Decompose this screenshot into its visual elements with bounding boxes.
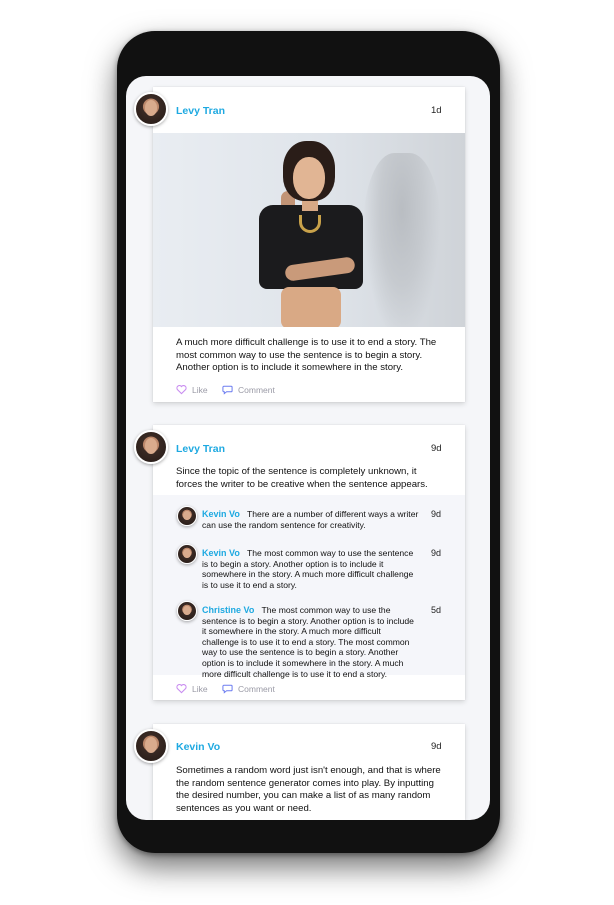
speech-bubble-icon [222,385,233,395]
heart-icon [176,385,187,395]
author-name[interactable]: Levy Tran [176,443,225,455]
author-avatar[interactable] [134,430,168,464]
like-label: Like [192,384,208,395]
post-time: 9d [431,741,442,752]
screen-bottom-bezel [126,820,490,840]
author-avatar[interactable] [134,92,168,126]
post-text: Since the topic of the sentence is compl… [176,466,428,490]
reply-time: 9d [431,509,442,519]
reply-avatar[interactable] [177,506,197,526]
like-label: Like [192,683,208,694]
comment-label: Comment [238,683,275,694]
speech-bubble-icon [222,684,233,694]
author-avatar[interactable] [134,729,168,763]
reply-avatar[interactable] [177,544,197,564]
post-time: 9d [431,443,442,454]
reply-author[interactable]: Christine Vo [202,605,254,615]
post-text: A much more difficult challenge is to us… [176,337,437,374]
reply-text: Kevin Vo There are a number of different… [202,509,419,530]
reply-text: Christine Vo The most common way to use … [202,605,414,679]
post-text: Sometimes a random word just isn't enoug… [176,765,441,814]
like-button[interactable]: Like [176,384,208,395]
comment-button[interactable]: Comment [222,384,275,395]
comment-button[interactable]: Comment [222,683,275,694]
reply-time: 9d [431,548,442,558]
comment-label: Comment [238,384,275,395]
author-name[interactable]: Kevin Vo [176,741,220,753]
reply-author[interactable]: Kevin Vo [202,509,240,519]
reply-author[interactable]: Kevin Vo [202,548,240,558]
author-name[interactable]: Levy Tran [176,105,225,117]
reply-time: 5d [431,605,442,615]
heart-icon [176,684,187,694]
post-time: 1d [431,105,442,116]
reply-text: Kevin Vo The most common way to use the … [202,548,414,590]
reply-avatar[interactable] [177,601,197,621]
post-photo[interactable] [153,133,465,327]
like-button[interactable]: Like [176,683,208,694]
